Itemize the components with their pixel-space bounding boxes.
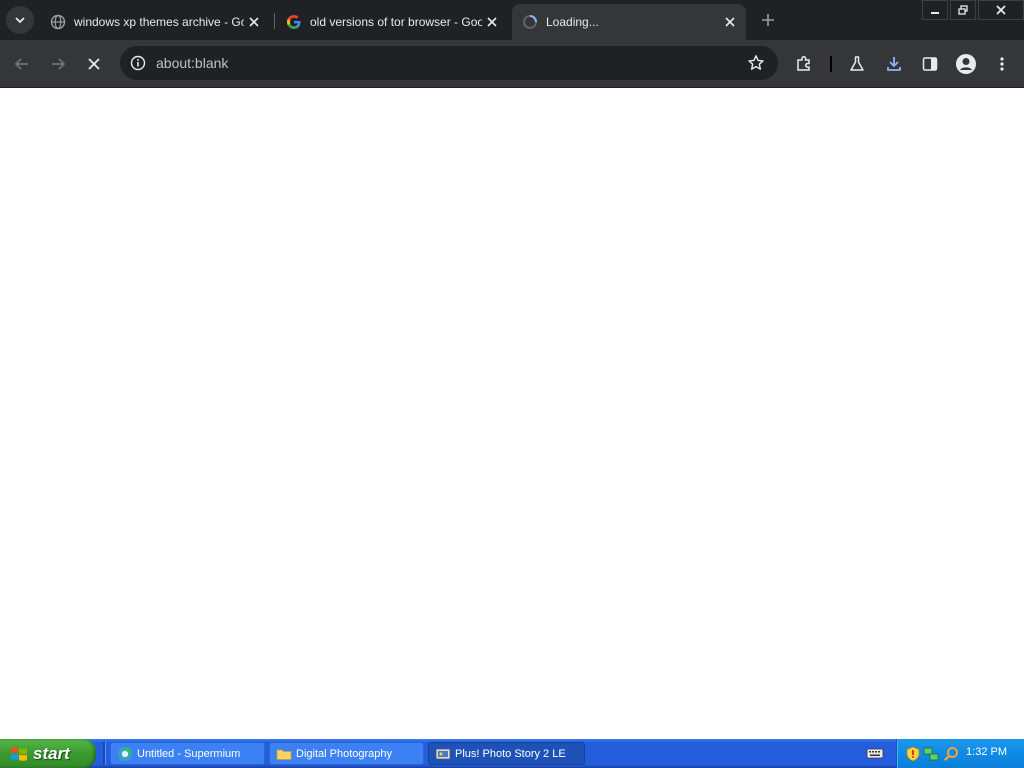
magnifier-icon[interactable] — [943, 746, 959, 762]
tab-loading[interactable]: Loading... — [512, 4, 746, 40]
photostory-icon — [435, 748, 451, 759]
system-tray: 1:32 PM — [896, 739, 1024, 768]
side-panel-button[interactable] — [916, 50, 944, 78]
side-panel-icon — [922, 57, 938, 71]
bookmark-star-button[interactable] — [744, 51, 768, 75]
globe-icon — [50, 14, 66, 30]
close-window-button[interactable] — [978, 0, 1024, 20]
tab-title: windows xp themes archive - Goog — [74, 15, 244, 29]
toolbar-divider — [830, 56, 832, 72]
flask-icon — [850, 56, 864, 71]
tab-separator — [274, 13, 275, 29]
back-button[interactable] — [8, 50, 36, 78]
task-label: Digital Photography — [296, 747, 393, 760]
tab-tor-browser[interactable]: old versions of tor browser - Googl — [276, 4, 508, 40]
downloads-button[interactable] — [880, 50, 908, 78]
tab-title: old versions of tor browser - Googl — [310, 15, 482, 29]
download-icon — [887, 57, 901, 71]
google-icon — [286, 14, 302, 30]
tab-close-button[interactable] — [720, 12, 740, 32]
browser-toolbar: about:blank — [0, 40, 1024, 88]
network-icon[interactable] — [923, 746, 939, 762]
labs-button[interactable] — [843, 50, 871, 78]
supermium-icon — [118, 746, 132, 761]
window-controls — [920, 0, 1024, 20]
profile-button[interactable] — [952, 50, 980, 78]
puzzle-icon — [797, 55, 810, 71]
plus-icon — [762, 14, 774, 26]
taskbar-separator — [103, 742, 106, 765]
tab-windows-xp-themes[interactable]: windows xp themes archive - Goog — [40, 4, 270, 40]
close-icon — [487, 17, 497, 27]
tab-title: Loading... — [546, 15, 599, 29]
close-icon — [725, 17, 735, 27]
clock[interactable]: 1:32 PM — [966, 746, 1007, 758]
page-content[interactable] — [0, 88, 1024, 739]
shield-icon[interactable] — [905, 746, 921, 762]
menu-button[interactable] — [988, 50, 1016, 78]
address-text: about:blank — [156, 55, 229, 71]
restore-icon — [958, 5, 968, 15]
avatar-icon — [956, 54, 976, 74]
task-label: Plus! Photo Story 2 LE — [455, 747, 566, 760]
extensions-button[interactable] — [790, 50, 818, 78]
address-bar[interactable]: about:blank — [120, 46, 778, 80]
task-label: Untitled - Supermium — [137, 747, 241, 760]
stop-loading-button[interactable] — [80, 50, 108, 78]
restore-button[interactable] — [950, 0, 976, 20]
task-digital-photography[interactable]: Digital Photography — [269, 742, 424, 765]
tab-close-button[interactable] — [244, 12, 264, 32]
tab-close-button[interactable] — [482, 12, 502, 32]
start-button[interactable]: start — [0, 739, 96, 768]
keyboard-icon[interactable] — [866, 745, 884, 761]
site-info-icon[interactable] — [126, 51, 150, 75]
folder-icon — [276, 749, 292, 760]
arrow-left-icon — [14, 58, 28, 70]
minimize-button[interactable] — [922, 0, 948, 20]
star-icon — [748, 55, 764, 70]
new-tab-button[interactable] — [758, 10, 778, 30]
task-photo-story[interactable]: Plus! Photo Story 2 LE — [428, 742, 585, 765]
close-icon — [996, 5, 1006, 15]
loading-spinner-icon — [522, 14, 538, 30]
arrow-right-icon — [52, 58, 66, 70]
chevron-down-icon — [15, 17, 25, 24]
task-supermium[interactable]: Untitled - Supermium — [110, 742, 265, 765]
tab-strip: windows xp themes archive - Goog old ver… — [0, 0, 1024, 40]
forward-button[interactable] — [44, 50, 72, 78]
tab-search-button[interactable] — [6, 6, 34, 34]
windows-logo-icon — [11, 746, 27, 761]
start-label: start — [33, 743, 70, 763]
close-icon — [249, 17, 259, 27]
close-icon — [88, 58, 100, 70]
minimize-icon — [931, 12, 939, 14]
more-vertical-icon — [1000, 57, 1004, 71]
